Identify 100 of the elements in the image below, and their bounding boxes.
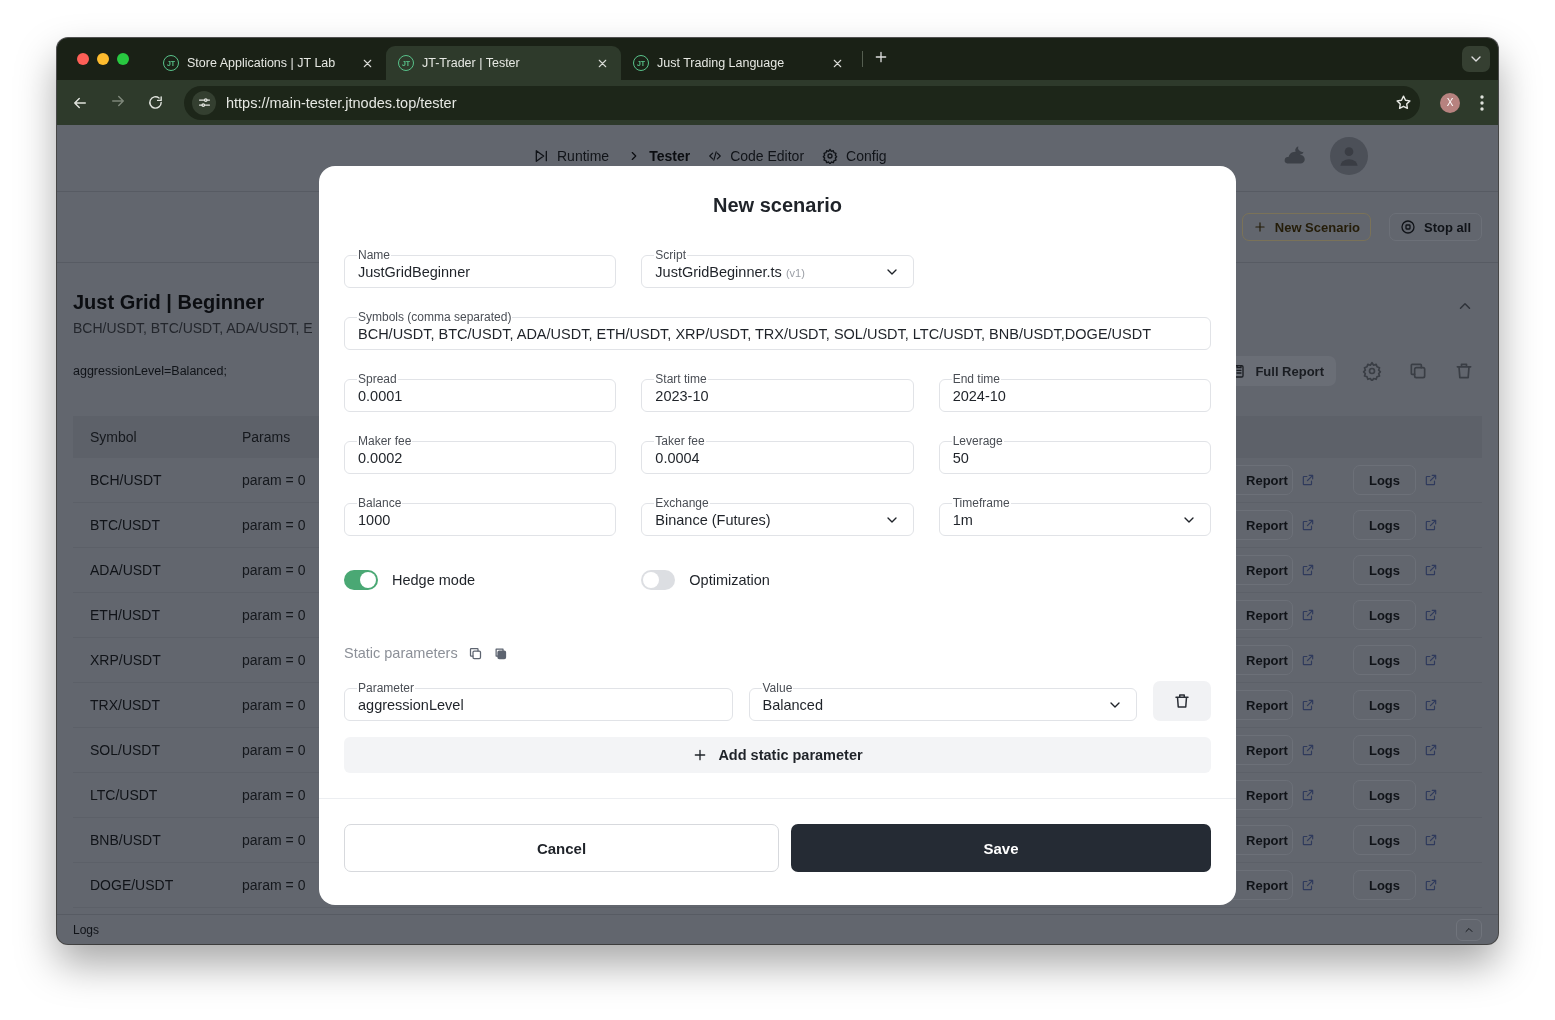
input-field[interactable]: Spread 0.0001 xyxy=(344,372,617,412)
dialog-title: New scenario xyxy=(712,194,843,217)
trash-icon xyxy=(1454,361,1474,381)
table-cell: param = 0 xyxy=(242,472,306,488)
input-field[interactable]: Name JustGridBeginner xyxy=(344,248,617,288)
plus-icon xyxy=(1252,220,1267,234)
table-cell: param = 0 xyxy=(242,832,306,848)
external-link-icon xyxy=(1424,653,1438,667)
field-label: Symbols (comma separated) xyxy=(357,310,513,324)
tab-menu-button[interactable] xyxy=(1462,46,1490,72)
external-link-icon xyxy=(1300,473,1315,487)
field-label: End time xyxy=(951,372,1001,386)
external-link-icon xyxy=(1424,608,1438,622)
field-label: Leverage xyxy=(951,434,1004,448)
input-field[interactable]: Symbols (comma separated) BCH/USDT, BTC/USDT, ADA/USDT, ETH/USDT, XRP/USDT, TRX/USDT, SOL/USDT, LTC/USDT, BNB/USDT,DOGE/USDT xyxy=(344,310,1211,350)
external-link-icon xyxy=(1424,518,1438,532)
cancel-button[interactable]: Cancel xyxy=(344,824,779,872)
dropdown-field[interactable]: Script JustGridBeginner.ts (v1) xyxy=(641,248,914,288)
input-field[interactable]: End time 2024-10 xyxy=(938,372,1211,412)
input-field[interactable]: Start time 2023-10 xyxy=(641,372,914,412)
input-field[interactable]: Maker fee 0.0002 xyxy=(344,434,617,474)
dropdown-field[interactable]: Timeframe 1m xyxy=(938,496,1211,536)
minimize-window-button[interactable] xyxy=(97,53,109,65)
input-field[interactable]: Balance 1000 xyxy=(344,496,617,536)
table-cell-text: XRP/USDT xyxy=(89,652,162,668)
external-link-icon xyxy=(1300,518,1315,532)
dropdown-field[interactable]: Exchange Binance (Futures) xyxy=(641,496,914,536)
input-value[interactable]: 2023-10 xyxy=(655,386,900,406)
code-icon xyxy=(708,149,723,163)
external-link-icon xyxy=(1300,563,1315,577)
external-link-icon xyxy=(1300,608,1315,622)
table-cell-text: BCH/USDT xyxy=(89,472,163,488)
table-cell: param = 0 xyxy=(242,877,306,893)
address-bar[interactable]: https://main-tester.jtnodes.top/tester xyxy=(184,85,1420,120)
input-value[interactable]: 2024-10 xyxy=(952,386,1197,406)
external-link-icon xyxy=(1424,473,1438,487)
add-parameter-button[interactable]: Add static parameter xyxy=(344,737,1211,773)
field-label: Timeframe xyxy=(951,496,1011,510)
external-link-icon xyxy=(1300,743,1315,757)
copy-icon xyxy=(1408,361,1428,381)
input-value[interactable]: 50 xyxy=(952,448,1197,468)
input-value[interactable]: 1000 xyxy=(358,510,603,530)
play-icon xyxy=(533,148,549,164)
trash-icon xyxy=(1173,692,1191,710)
delete-button[interactable] xyxy=(1153,681,1211,721)
input-value[interactable]: BCH/USDT, BTC/USDT, ADA/USDT, ETH/USDT, XRP/USDT, TRX/USDT, SOL/USDT, LTC/USDT, BNB/USDT,DOGE/USDT xyxy=(358,324,1197,344)
dropdown-field[interactable]: Value Balanced xyxy=(748,681,1137,721)
site-settings-icon xyxy=(196,95,212,110)
new-tab-icon xyxy=(873,49,889,65)
input-value[interactable]: JustGridBeginner xyxy=(358,262,603,282)
table-cell: param = 0 xyxy=(242,742,306,758)
input-field[interactable]: Leverage 50 xyxy=(938,434,1211,474)
more-icon xyxy=(1480,94,1484,111)
toggle-switch[interactable] xyxy=(344,570,378,590)
input-field[interactable]: Taker fee 0.0004 xyxy=(641,434,914,474)
field-label: Spread xyxy=(357,372,398,386)
field-label: Maker fee xyxy=(357,434,413,448)
gear-icon xyxy=(822,148,839,164)
external-link-icon xyxy=(1424,878,1438,892)
toggle-label: Optimization xyxy=(689,572,770,588)
field-label: Parameter xyxy=(357,681,416,695)
table-cell-text: ETH/USDT xyxy=(89,607,161,623)
table-cell-text: TRX/USDT xyxy=(89,697,161,713)
field-label: Exchange xyxy=(654,496,710,510)
gear-icon xyxy=(1362,361,1382,381)
maximize-window-button[interactable] xyxy=(117,53,129,65)
field-label: Balance xyxy=(357,496,403,510)
input-value[interactable]: 0.0001 xyxy=(358,386,603,406)
table-cell-text: BTC/USDT xyxy=(89,517,161,533)
external-link-icon xyxy=(1300,878,1315,892)
field-label: Start time xyxy=(654,372,708,386)
logs-panel-label: Logs xyxy=(73,922,100,937)
external-link-icon xyxy=(1424,788,1438,802)
external-link-icon xyxy=(1424,563,1438,577)
column-header: Symbol xyxy=(89,429,138,445)
save-button[interactable]: Save xyxy=(791,824,1211,872)
table-cell: param = 0 xyxy=(242,562,306,578)
copy-filled-icon xyxy=(492,645,508,661)
field-label: Script xyxy=(654,248,687,262)
table-cell: param = 0 xyxy=(242,517,306,533)
scenario-symbols: BCH/USDT, BTC/USDT, ADA/USDT, E xyxy=(73,320,313,336)
input-value[interactable]: 0.0002 xyxy=(358,448,603,468)
toggle-switch[interactable] xyxy=(641,570,676,590)
table-cell: param = 0 xyxy=(242,652,306,668)
close-window-button[interactable] xyxy=(77,53,89,65)
table-cell: param = 0 xyxy=(242,697,306,713)
table-cell: param = 0 xyxy=(242,787,306,803)
table-cell-text: SOL/USDT xyxy=(89,742,161,758)
stop-icon xyxy=(1400,219,1417,235)
input-value[interactable]: aggressionLevel xyxy=(358,695,719,715)
input-field[interactable]: Parameter aggressionLevel xyxy=(344,681,733,721)
input-value[interactable]: 0.0004 xyxy=(655,448,900,468)
table-cell-text: DOGE/USDT xyxy=(89,877,175,893)
table-cell: param = 0 xyxy=(242,607,306,623)
table-cell-text: LTC/USDT xyxy=(89,787,159,803)
external-link-icon xyxy=(1424,743,1438,757)
external-link-icon xyxy=(1300,698,1315,712)
external-link-icon xyxy=(1424,698,1438,712)
toggle-label: Hedge mode xyxy=(392,572,476,588)
field-label: Value xyxy=(761,681,794,695)
